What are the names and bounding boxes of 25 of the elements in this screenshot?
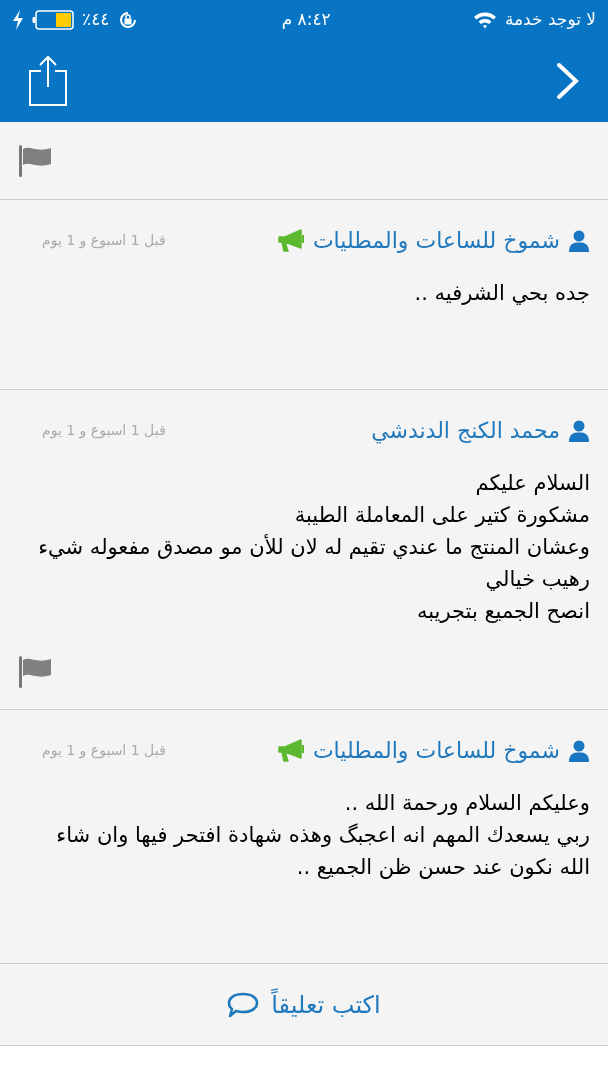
comment-time: قبل 1 اسبوع و 1 يوم — [42, 421, 166, 441]
write-comment-button[interactable]: اكتب تعليقاً — [227, 986, 381, 1023]
author-name[interactable]: شموخ للساعات والمطليات — [312, 224, 560, 257]
megaphone-icon — [276, 738, 305, 763]
comment-text: وعليكم السلام ورحمة الله .. ربي يسعدك المهم انه اعجبگ وهذه شهادة افتحر فيها وان شاء الله نكون عند حسن ظن الجميع .. — [55, 790, 590, 881]
flag-icon[interactable] — [18, 143, 54, 178]
wifi-icon — [472, 11, 497, 29]
author-name[interactable]: محمد الكنج الدندشي — [371, 414, 560, 447]
share-icon[interactable] — [28, 55, 68, 107]
comment-text: جده بحي الشرفيه .. — [413, 280, 590, 307]
back-chevron-icon[interactable] — [556, 62, 580, 100]
author-name[interactable]: شموخ للساعات والمطليات — [312, 734, 560, 767]
battery-icon — [32, 10, 74, 30]
battery-percent: ٤٤٪ — [82, 8, 110, 32]
clock-time: ٨:٤٢ م — [281, 8, 331, 32]
flag-icon[interactable] — [18, 655, 54, 689]
comment-text: السلام عليكم مشكورة كتير على المعاملة الطيبة وعشان المنتج ما عندي تقيم له لان للأن مو مصدق مفعوله شيء رهيب خيالي انصح الجميع بتجريبه — [37, 470, 590, 625]
comment-time: قبل 1 اسبوع و 1 يوم — [42, 231, 166, 251]
megaphone-icon — [276, 228, 305, 253]
user-icon — [568, 419, 590, 442]
speech-bubble-icon — [227, 990, 260, 1019]
user-icon — [568, 229, 590, 252]
carrier-text: لا توجد خدمة — [504, 8, 596, 32]
comment-time: قبل 1 اسبوع و 1 يوم — [42, 741, 166, 761]
user-icon — [568, 739, 590, 762]
